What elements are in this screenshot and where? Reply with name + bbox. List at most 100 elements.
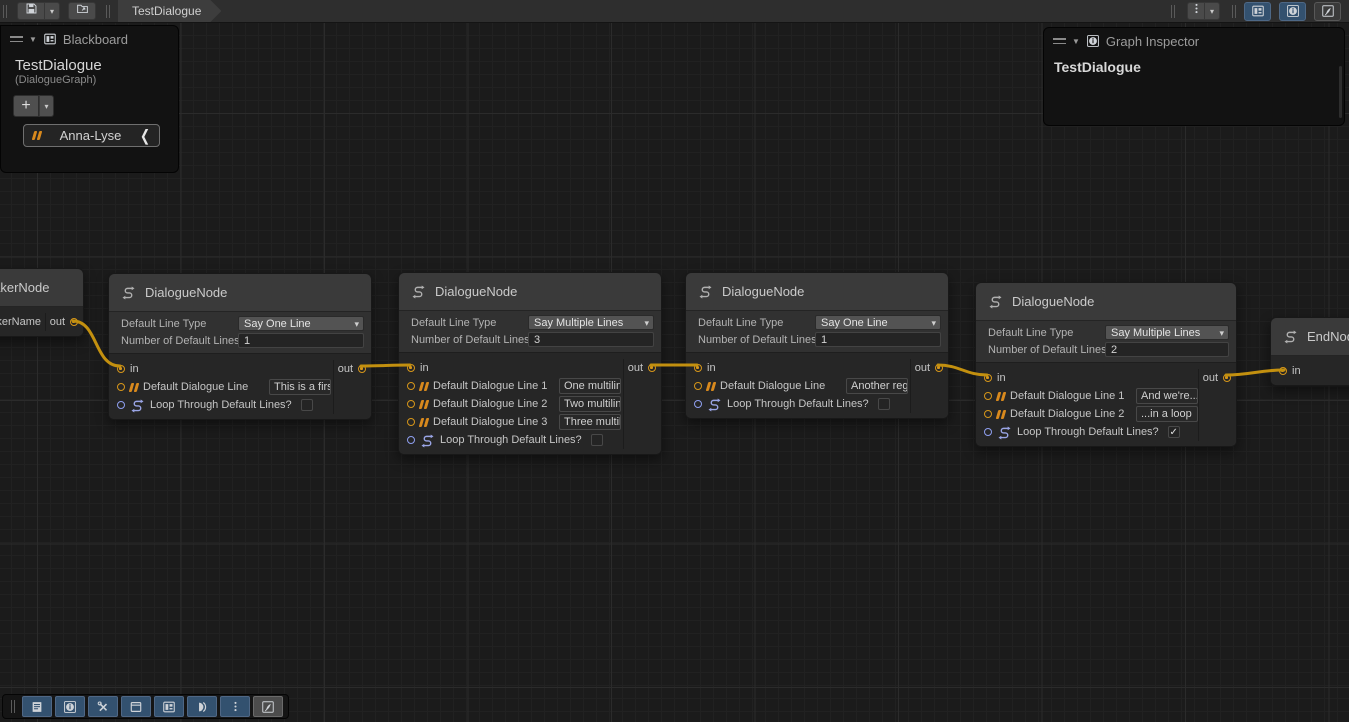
port-label: Loop Through Default Lines? [150,399,292,411]
quill-icon [261,700,275,714]
loop-checkbox[interactable] [878,398,890,410]
dropdown-default-line-type[interactable]: Say Multiple Lines▾ [528,315,654,330]
panel-drag-handle[interactable] [10,36,23,42]
inspector-button[interactable] [55,696,85,717]
port[interactable] [407,382,415,390]
port[interactable] [117,383,125,391]
node-title: DialogueNode [435,284,517,299]
node-title-bar[interactable]: DialogueNode [399,273,661,311]
open-asset-button[interactable] [68,2,96,20]
window-button[interactable] [121,696,151,717]
port[interactable] [694,382,702,390]
dialogue-line-field[interactable]: Two multiline [559,396,621,412]
inspector-graph-name: TestDialogue [1054,59,1344,75]
quill-toggle[interactable] [1314,2,1341,21]
options-dropdown-button[interactable]: ▾ [1205,2,1220,20]
toolbar-drag-handle[interactable] [3,5,7,18]
connected-port[interactable] [117,365,125,373]
port[interactable] [407,436,415,444]
node-title-bar[interactable]: EndNode [1271,318,1349,356]
list-icon [30,700,44,714]
quill-button[interactable] [253,696,283,717]
dropdown-default-line-type[interactable]: Say Multiple Lines▾ [1105,325,1229,340]
add-property-dropdown[interactable]: ▾ [39,95,54,117]
overlay-drag-handle[interactable] [11,700,15,713]
node-dialoguenode[interactable]: DialogueNodeDefault Line TypeSay One Lin… [685,272,949,419]
node-title-bar[interactable]: DialogueNode [686,273,948,311]
port[interactable] [984,392,992,400]
port[interactable] [407,400,415,408]
tools-button[interactable] [88,696,118,717]
dialogue-line-field[interactable]: Three multiline [559,414,621,430]
top-toolbar: ▾ TestDialogue ▾ [0,0,1349,23]
output-port-label: out [915,362,930,374]
loop-icon [707,397,722,412]
collapse-triangle-icon[interactable]: ▼ [29,35,37,44]
prop-label: Default Line Type [411,317,496,329]
collapse-chevron-icon[interactable]: ❮ [140,126,150,144]
add-property-button[interactable]: + [13,95,39,117]
tab-testdialogue[interactable]: TestDialogue [118,0,221,22]
blackboard-button[interactable] [154,696,184,717]
info-icon [1286,4,1300,18]
field-number-of-default-lines[interactable]: 1 [238,333,364,348]
node-title-bar[interactable]: DialogueNode [109,274,371,312]
dialogue-preview-button[interactable] [187,696,217,717]
node-dialoguenode[interactable]: DialogueNode Default Line Type Say Multipl… [398,272,662,455]
blackboard-header[interactable]: ▼ Blackboard [1,26,178,52]
toolbar-separator [1171,5,1175,18]
save-dropdown-button[interactable]: ▾ [45,2,60,20]
port[interactable] [984,410,992,418]
node-title-bar[interactable]: DialogueNode [976,283,1236,321]
connected-port[interactable] [984,374,992,382]
node-speakernode[interactable]: SpeakerNodeSpeakerNameout [0,268,84,337]
node-dialoguenode[interactable]: DialogueNodeDefault Line TypeSay Multipl… [975,282,1237,447]
loop-checkbox[interactable]: ✓ [1168,426,1180,438]
node-dialoguenode[interactable]: DialogueNodeDefault Line TypeSay One Lin… [108,273,372,420]
loop-checkbox[interactable] [591,434,603,446]
blackboard-toggle[interactable] [1244,2,1271,21]
collapse-triangle-icon[interactable]: ▼ [1072,37,1080,46]
connected-port[interactable] [1279,367,1287,375]
more-button[interactable] [220,696,250,717]
port[interactable] [694,400,702,408]
port[interactable] [984,428,992,436]
port-label: SpeakerName [0,316,41,328]
dialogue-line-field[interactable]: ...in a loop [1136,406,1198,422]
folder-open-icon [76,2,89,20]
connected-port[interactable] [407,364,415,372]
scrollbar[interactable] [1339,66,1342,118]
port-label: Default Dialogue Line 2 [433,398,547,410]
connected-port[interactable] [935,364,943,372]
dropdown-default-line-type[interactable]: Say One Line▾ [238,316,364,331]
port[interactable] [407,418,415,426]
connected-port[interactable] [70,318,78,326]
connected-port[interactable] [648,364,656,372]
dialogue-line-field[interactable]: Another regu [846,378,908,394]
port[interactable] [117,401,125,409]
dropdown-default-line-type[interactable]: Say One Line▾ [815,315,941,330]
console-button[interactable] [22,696,52,717]
dialogue-line-field[interactable]: This is a first [269,379,331,395]
tools-icon [96,700,110,714]
flow-icon [411,284,426,299]
connected-port[interactable] [1223,374,1231,382]
dialogue-line-field[interactable]: And we're... [1136,388,1198,404]
save-button[interactable] [17,2,45,20]
options-button[interactable] [1187,2,1205,20]
field-number-of-default-lines[interactable]: 1 [815,332,941,347]
output-port-label: out [1203,372,1218,384]
inspector-header[interactable]: ▼ Graph Inspector [1044,28,1344,54]
connected-port[interactable] [358,365,366,373]
dialogue-line-field[interactable]: One multiline [559,378,621,394]
connected-port[interactable] [694,364,702,372]
loop-checkbox[interactable] [301,399,313,411]
field-number-of-default-lines[interactable]: 2 [1105,342,1229,357]
node-title-bar[interactable]: SpeakerNode [0,269,83,307]
node-endnode[interactable]: EndNodein [1270,317,1349,386]
blackboard-property[interactable]: Anna-Lyse❮ [23,124,160,147]
inspector-toggle[interactable] [1279,2,1306,21]
node-title: EndNode [1307,329,1349,344]
field-number-of-default-lines[interactable]: 3 [528,332,654,347]
panel-drag-handle[interactable] [1053,38,1066,44]
